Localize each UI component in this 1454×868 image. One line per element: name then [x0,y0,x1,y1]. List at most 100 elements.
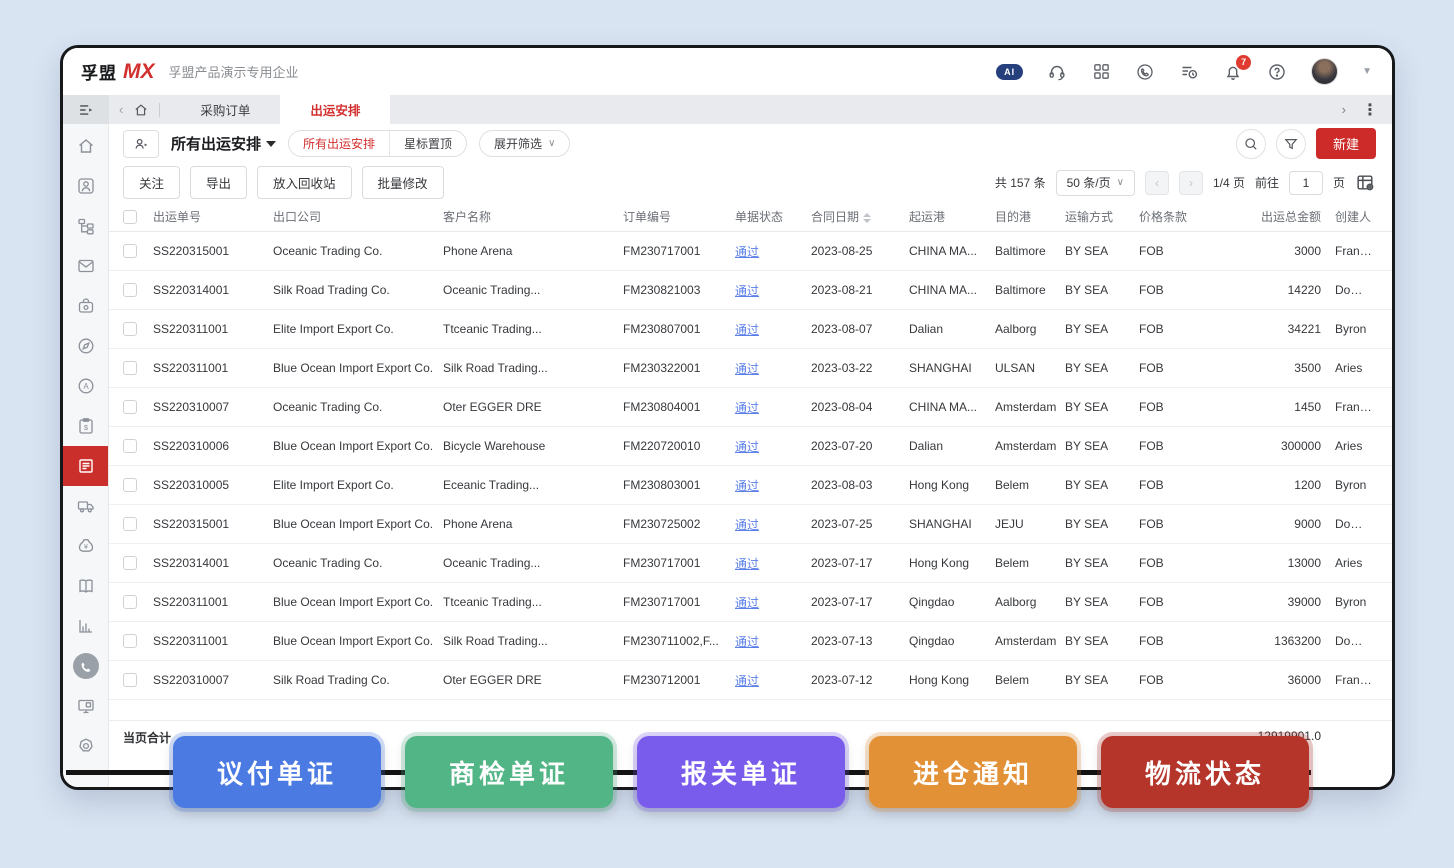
new-record-button[interactable]: 新建 [1316,128,1376,159]
status-link[interactable]: 通过 [735,477,811,494]
row-checkbox[interactable] [123,634,137,648]
action-button-4[interactable]: 批量修改 [362,166,444,199]
tab-2[interactable]: 出运安排 [280,95,390,124]
sidebar-item-notebook[interactable] [63,566,108,606]
sidebar-item-bag[interactable] [63,286,108,326]
help-icon[interactable] [1267,62,1287,82]
tab-menu-icon[interactable]: ⋮ [1362,100,1378,120]
view-title-dropdown[interactable]: 所有出运安排 [171,133,276,154]
tabs-scroll-right-icon[interactable]: › [1342,102,1346,117]
sidebar-item-gear[interactable] [63,726,108,766]
table-row[interactable]: SS220310005Elite Import Export Co.Eceani… [109,466,1392,505]
status-link[interactable]: 通过 [735,555,811,572]
status-link[interactable]: 通过 [735,321,811,338]
expand-filter-label: 展开筛选 [494,135,542,152]
row-checkbox[interactable] [123,244,137,258]
row-checkbox[interactable] [123,283,137,297]
segment-all-shipments[interactable]: 所有出运安排 [289,131,390,156]
table-row[interactable]: SS220310006Blue Ocean Import Export Co.B… [109,427,1392,466]
goto-page-input[interactable] [1289,171,1323,195]
apps-grid-icon[interactable] [1091,62,1111,82]
filter-funnel-icon[interactable] [1276,129,1306,159]
truck-icon [76,496,96,516]
sidebar-item-audit[interactable]: A [63,366,108,406]
view-switcher-button[interactable] [123,130,159,158]
cell-7: Dalian [909,439,995,453]
ai-assistant-button[interactable]: AI [996,64,1023,80]
row-checkbox[interactable] [123,439,137,453]
flow-button-1[interactable]: 议付单证 [173,736,381,808]
table-row[interactable]: SS220311001Blue Ocean Import Export Co.S… [109,622,1392,661]
select-all-checkbox[interactable] [123,210,137,224]
status-link[interactable]: 通过 [735,282,811,299]
nav-back-icon[interactable]: ‹ [119,102,123,117]
status-link[interactable]: 通过 [735,672,811,689]
sidebar-item-org-chart[interactable] [63,206,108,246]
task-history-icon[interactable] [1179,62,1199,82]
row-checkbox[interactable] [123,517,137,531]
row-checkbox[interactable] [123,673,137,687]
shipping-doc-icon [76,456,96,476]
table-row[interactable]: SS220314001Oceanic Trading Co.Oceanic Tr… [109,544,1392,583]
sidebar-item-clipboard-dollar[interactable]: $ [63,406,108,446]
sidebar-item-money-bag[interactable]: ¥ [63,526,108,566]
column-settings-icon[interactable] [1355,172,1376,193]
status-link[interactable]: 通过 [735,516,811,533]
whatsapp-icon[interactable] [1135,62,1155,82]
user-avatar[interactable] [1311,58,1338,85]
sidebar-item-bar-chart[interactable] [63,606,108,646]
flow-button-5[interactable]: 物流状态 [1101,736,1309,808]
row-checkbox[interactable] [123,556,137,570]
status-link[interactable]: 通过 [735,243,811,260]
monitor-icon [76,696,96,716]
flow-button-3[interactable]: 报关单证 [637,736,845,808]
flow-button-4[interactable]: 进仓通知 [869,736,1077,808]
row-checkbox[interactable] [123,361,137,375]
expand-filter-button[interactable]: 展开筛选 ∨ [479,130,570,157]
sidebar-item-truck[interactable] [63,486,108,526]
sidebar-item-compass[interactable] [63,326,108,366]
sidebar-item-whatsapp[interactable] [63,646,108,686]
avatar-chevron-down-icon[interactable]: ▼ [1362,66,1372,77]
nav-home-icon[interactable] [133,102,149,118]
table-row[interactable]: SS220311001Elite Import Export Co.Ttcean… [109,310,1392,349]
cell-2: Blue Ocean Import Export Co. [273,439,443,453]
notifications-bell-icon[interactable]: 7 [1223,62,1243,82]
table-row[interactable]: SS220310007Silk Road Trading Co.Oter EGG… [109,661,1392,700]
sidebar-item-contacts[interactable] [63,166,108,206]
next-page-button[interactable]: › [1179,171,1203,195]
sidebar-item-monitor[interactable] [63,686,108,726]
table-row[interactable]: SS220311001Blue Ocean Import Export Co.T… [109,583,1392,622]
row-checkbox[interactable] [123,478,137,492]
table-row[interactable]: SS220315001Oceanic Trading Co.Phone Aren… [109,232,1392,271]
sidebar-item-home[interactable] [63,126,108,166]
sidebar-collapse-button[interactable] [63,95,109,124]
cell-6: 2023-07-12 [811,673,909,687]
status-link[interactable]: 通过 [735,438,811,455]
sidebar-item-shipping-doc[interactable] [63,446,108,486]
flow-button-2[interactable]: 商检单证 [405,736,613,808]
status-link[interactable]: 通过 [735,399,811,416]
search-icon[interactable] [1236,129,1266,159]
segment-star-pinned[interactable]: 星标置顶 [390,131,466,156]
row-checkbox[interactable] [123,595,137,609]
action-button-1[interactable]: 关注 [123,166,180,199]
sort-icon[interactable] [863,213,871,223]
status-link[interactable]: 通过 [735,594,811,611]
status-link[interactable]: 通过 [735,360,811,377]
sidebar-item-mail[interactable] [63,246,108,286]
table-row[interactable]: SS220315001Blue Ocean Import Export Co.P… [109,505,1392,544]
row-checkbox[interactable] [123,400,137,414]
prev-page-button[interactable]: ‹ [1145,171,1169,195]
action-button-3[interactable]: 放入回收站 [257,166,352,199]
cell-12: Aries [1329,361,1380,375]
headset-icon[interactable] [1047,62,1067,82]
table-row[interactable]: SS220314001Silk Road Trading Co.Oceanic … [109,271,1392,310]
table-row[interactable]: SS220310007Oceanic Trading Co.Oter EGGER… [109,388,1392,427]
tab-1[interactable]: 采购订单 [170,95,280,124]
action-button-2[interactable]: 导出 [190,166,247,199]
status-link[interactable]: 通过 [735,633,811,650]
row-checkbox[interactable] [123,322,137,336]
page-size-select[interactable]: 50 条/页 ∨ [1056,170,1135,196]
table-row[interactable]: SS220311001Blue Ocean Import Export Co.S… [109,349,1392,388]
